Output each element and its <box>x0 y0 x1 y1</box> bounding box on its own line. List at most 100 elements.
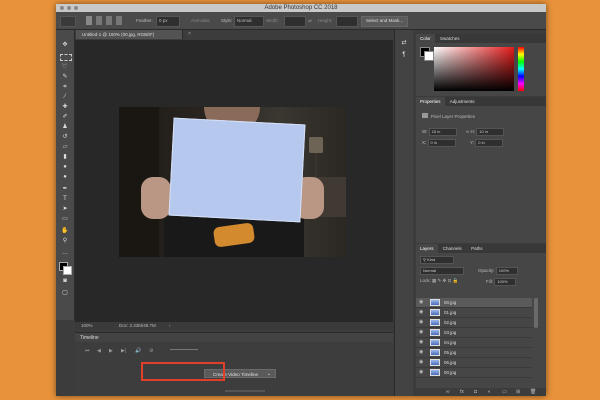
brush-tool-icon[interactable]: ✐ <box>60 114 70 121</box>
quick-select-tool-icon[interactable]: ✎ <box>60 74 70 81</box>
marquee-tool-icon[interactable] <box>60 54 72 61</box>
eye-icon[interactable]: ◉ <box>419 338 423 347</box>
opacity-input[interactable]: 100% <box>495 267 518 275</box>
quick-mask-icon[interactable]: ◙ <box>60 278 70 285</box>
layer-row[interactable]: ◉ 03.jpg <box>416 328 532 338</box>
style-select[interactable]: Normal <box>234 16 264 27</box>
eye-icon[interactable]: ◉ <box>419 368 423 377</box>
stamp-tool-icon[interactable]: ♟ <box>60 124 70 131</box>
paragraph-panel-icon[interactable]: ¶ <box>399 52 409 59</box>
pen-tool-icon[interactable]: ✒ <box>60 186 70 193</box>
new-selection-icon[interactable] <box>86 16 92 25</box>
swap-icon[interactable]: ⇄ <box>308 16 312 25</box>
canvas-area[interactable] <box>75 40 393 322</box>
eyedropper-tool-icon[interactable]: ⁄ <box>60 94 70 101</box>
add-selection-icon[interactable] <box>96 16 102 25</box>
layers-scrollbar[interactable] <box>534 298 538 328</box>
gradient-tool-icon[interactable]: ▮ <box>60 154 70 161</box>
kind-filter-select[interactable]: ⚲ Kind <box>420 256 454 264</box>
zoom-tool-icon[interactable]: ⚲ <box>60 238 70 245</box>
w-input[interactable]: 15 in <box>428 128 457 136</box>
path-select-tool-icon[interactable]: ➤ <box>60 206 70 213</box>
crop-tool-icon[interactable]: ⌗ <box>60 84 70 91</box>
new-layer-icon[interactable]: ⊞ <box>516 388 520 396</box>
timeline-settings-icon[interactable]: ⚙ <box>149 348 153 354</box>
tab-properties[interactable]: Properties <box>416 97 445 106</box>
audio-icon[interactable]: 🔊 <box>135 348 141 354</box>
scrubber-track[interactable] <box>170 349 198 350</box>
document-tab[interactable]: Untitled-1 @ 100% (00.jpg, RGB/8*) × <box>76 30 191 39</box>
background-color-swatch[interactable] <box>63 266 72 275</box>
link-layers-icon[interactable]: ∞ <box>446 388 450 396</box>
lock-pixels-icon[interactable]: ▦ ✎ ✥ ⊡ 🔒 <box>432 278 458 283</box>
add-mask-icon[interactable]: ◘ <box>474 388 477 396</box>
layer-row[interactable]: ◉ 00.jpg <box>416 298 532 308</box>
prev-frame-icon[interactable]: ◀ <box>97 348 101 354</box>
close-icon[interactable]: × <box>188 30 191 39</box>
new-group-icon[interactable]: ▭ <box>502 388 507 396</box>
hue-slider[interactable] <box>518 47 524 91</box>
screen-mode-icon[interactable]: ▢ <box>60 290 70 297</box>
more-tools-icon[interactable]: … <box>60 250 70 257</box>
tab-color[interactable]: Color <box>416 34 435 43</box>
eraser-tool-icon[interactable]: ▱ <box>60 144 70 151</box>
type-tool-icon[interactable]: T <box>60 196 70 203</box>
tab-adjustments[interactable]: Adjustments <box>446 99 479 104</box>
healing-tool-icon[interactable]: ✚ <box>60 104 70 111</box>
blend-mode-select[interactable]: Normal <box>420 267 464 275</box>
marquee-preset-icon[interactable] <box>60 16 76 27</box>
opacity-row: Opacity: 100% <box>478 267 518 275</box>
link-icon[interactable]: ∞ <box>466 129 469 134</box>
layer-row[interactable]: ◉ 02.jpg <box>416 318 532 328</box>
history-brush-icon[interactable]: ↺ <box>60 134 70 141</box>
height-input[interactable] <box>336 16 358 27</box>
intersect-selection-icon[interactable] <box>116 16 122 25</box>
hand-tool-icon[interactable]: ✋ <box>60 228 70 235</box>
fill-input[interactable]: 100% <box>494 278 517 286</box>
next-frame-icon[interactable]: ▶| <box>121 348 126 354</box>
antialias-checkbox[interactable]: Anti-alias <box>191 16 210 25</box>
eye-icon[interactable]: ◉ <box>419 348 423 357</box>
eye-icon[interactable]: ◉ <box>419 358 423 367</box>
first-frame-icon[interactable]: ⏮ <box>85 348 90 354</box>
dodge-tool-icon[interactable]: ● <box>60 174 70 181</box>
background-swatch[interactable] <box>424 51 434 61</box>
fx-icon[interactable]: fx <box>460 388 464 396</box>
history-panel-icon[interactable]: ⇄ <box>399 40 409 47</box>
shape-tool-icon[interactable]: ▭ <box>60 216 70 223</box>
tab-swatches[interactable]: Swatches <box>436 36 464 41</box>
h-input[interactable]: 10 in <box>476 128 505 136</box>
tab-paths[interactable]: Paths <box>467 246 487 251</box>
play-icon[interactable]: ▶ <box>109 348 113 354</box>
layer-row[interactable]: ◉ 04.jpg <box>416 338 532 348</box>
tab-layers[interactable]: Layers <box>416 244 438 253</box>
lasso-tool-icon[interactable]: ➰ <box>60 64 70 71</box>
feather-input[interactable]: 0 px <box>156 16 180 27</box>
eye-icon[interactable]: ◉ <box>419 298 423 307</box>
eye-icon[interactable]: ◉ <box>419 328 423 337</box>
timeline-header: Timeline <box>75 332 393 342</box>
layer-row[interactable]: ◉ 01.jpg <box>416 308 532 318</box>
move-tool-icon[interactable]: ✥ <box>60 42 70 49</box>
zoom-level[interactable]: 100% <box>81 322 93 330</box>
color-picker-field[interactable] <box>434 47 514 91</box>
layer-row[interactable]: ◉ 05.jpg <box>416 348 532 358</box>
height-label: Height: <box>318 18 333 23</box>
tab-channels[interactable]: Channels <box>439 246 466 251</box>
blur-tool-icon[interactable]: ● <box>60 164 70 171</box>
width-input[interactable] <box>284 16 306 27</box>
eye-icon[interactable]: ◉ <box>419 318 423 327</box>
status-arrow-icon[interactable]: › <box>169 322 171 330</box>
select-and-mask-button[interactable]: Select and Mask... <box>361 16 409 27</box>
chevron-down-icon[interactable]: ⌄ <box>267 370 271 379</box>
eye-icon[interactable]: ◉ <box>419 308 423 317</box>
subtract-selection-icon[interactable] <box>106 16 112 25</box>
layer-row[interactable]: ◉ 00.jpg <box>416 368 532 378</box>
layer-row[interactable]: ◉ 06.jpg <box>416 358 532 368</box>
trash-icon[interactable]: 🗑 <box>530 388 536 396</box>
timeline-zoom-slider[interactable] <box>225 390 265 392</box>
x-input[interactable]: 0 in <box>427 139 456 147</box>
adjustment-layer-icon[interactable]: ◐ <box>488 388 491 396</box>
search-icon: ⚲ <box>423 257 426 262</box>
y-input[interactable]: 0 in <box>475 139 504 147</box>
